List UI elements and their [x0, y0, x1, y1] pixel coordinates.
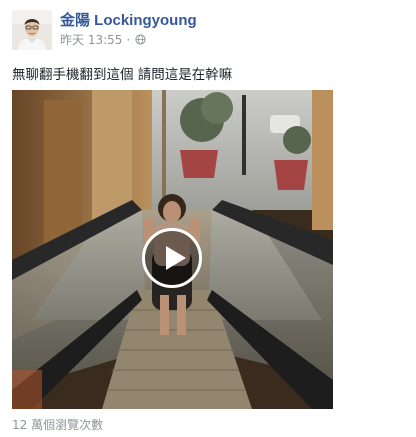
view-count: 12 萬個瀏覽次數: [12, 418, 104, 432]
author-name-link[interactable]: 金陽 Lockingyoung: [60, 9, 197, 30]
feed-post: 金陽 Lockingyoung 昨天 13:55 · 無聊翻手機翻到這個 請問這…: [0, 0, 416, 437]
post-meta: 昨天 13:55 ·: [60, 31, 146, 48]
post-message: 無聊翻手機翻到這個 請問這是在幹嘛: [12, 67, 233, 83]
post-timestamp-link[interactable]: 昨天 13:55: [60, 31, 122, 48]
play-icon: [166, 246, 186, 270]
play-button[interactable]: [142, 228, 202, 288]
globe-icon[interactable]: [135, 34, 146, 45]
video-player[interactable]: [12, 90, 333, 409]
author-avatar[interactable]: [12, 10, 52, 50]
meta-separator: ·: [126, 32, 131, 47]
